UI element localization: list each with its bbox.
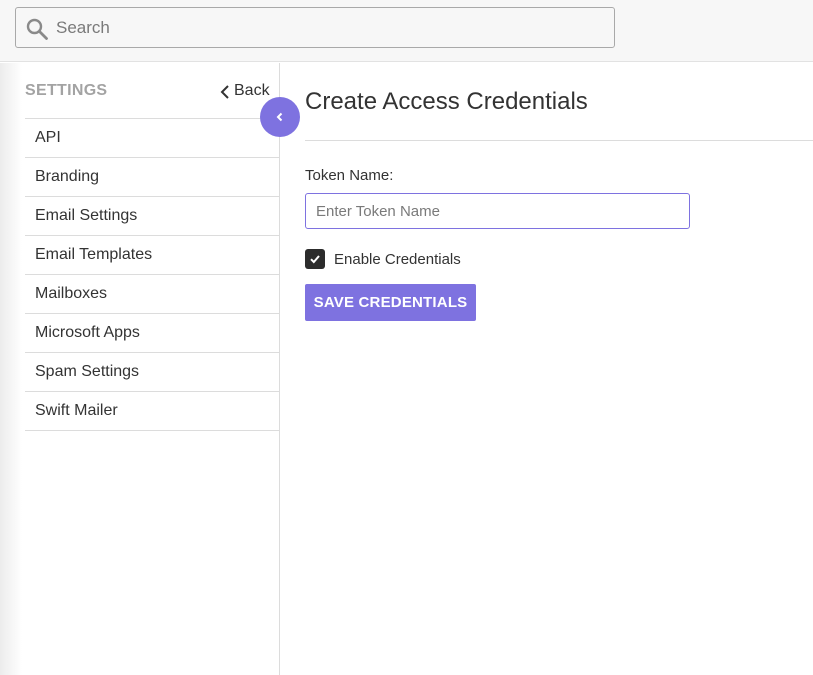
sidebar-item-microsoft-apps[interactable]: Microsoft Apps bbox=[25, 314, 279, 353]
back-link-label: Back bbox=[234, 82, 270, 99]
back-link[interactable]: Back bbox=[220, 80, 270, 102]
sidebar-item-mailboxes[interactable]: Mailboxes bbox=[25, 275, 279, 314]
top-bar bbox=[0, 0, 813, 62]
sidebar-item-spam-settings[interactable]: Spam Settings bbox=[25, 353, 279, 392]
sidebar-item-branding[interactable]: Branding bbox=[25, 158, 279, 197]
main-content: Create Access Credentials Token Name: En… bbox=[281, 63, 813, 675]
sidebar-item-email-settings[interactable]: Email Settings bbox=[25, 197, 279, 236]
title-divider bbox=[305, 140, 813, 141]
search-icon bbox=[26, 18, 48, 40]
enable-credentials-label: Enable Credentials bbox=[334, 251, 461, 268]
settings-menu: API Branding Email Settings Email Templa… bbox=[25, 118, 279, 431]
chevron-left-icon bbox=[220, 85, 229, 99]
search-box[interactable] bbox=[15, 7, 615, 48]
enable-credentials-checkbox[interactable] bbox=[305, 249, 325, 269]
settings-sidebar: SETTINGS Back API Branding Email Setting… bbox=[0, 63, 280, 675]
sidebar-title: SETTINGS bbox=[25, 82, 108, 99]
sidebar-item-swift-mailer[interactable]: Swift Mailer bbox=[25, 392, 279, 431]
search-input[interactable] bbox=[56, 8, 606, 47]
sidebar-item-email-templates[interactable]: Email Templates bbox=[25, 236, 279, 275]
checkmark-icon bbox=[310, 255, 320, 264]
sidebar-item-api[interactable]: API bbox=[25, 119, 279, 158]
save-credentials-button[interactable]: SAVE CREDENTIALS bbox=[305, 284, 476, 321]
token-name-label: Token Name: bbox=[305, 167, 394, 184]
page-title: Create Access Credentials bbox=[305, 88, 588, 115]
token-name-input[interactable] bbox=[305, 193, 690, 229]
